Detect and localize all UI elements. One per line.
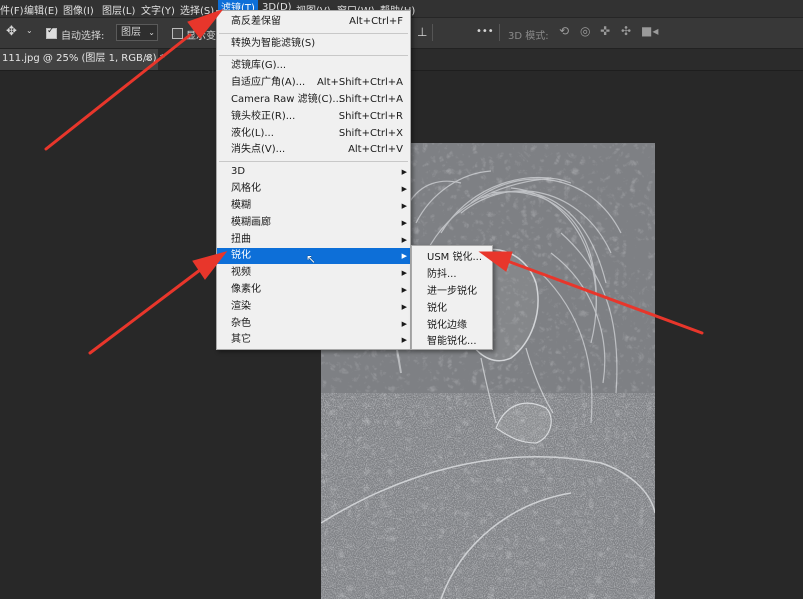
annotation-arrow-line [44, 33, 192, 151]
annotation-arrow-line [88, 268, 202, 355]
annotation-arrow-line [508, 260, 704, 335]
annotation-arrowhead [187, 8, 224, 39]
annotation-arrowhead [478, 251, 513, 272]
annotation-arrowhead [192, 251, 228, 280]
annotation-overlay [44, 8, 704, 355]
